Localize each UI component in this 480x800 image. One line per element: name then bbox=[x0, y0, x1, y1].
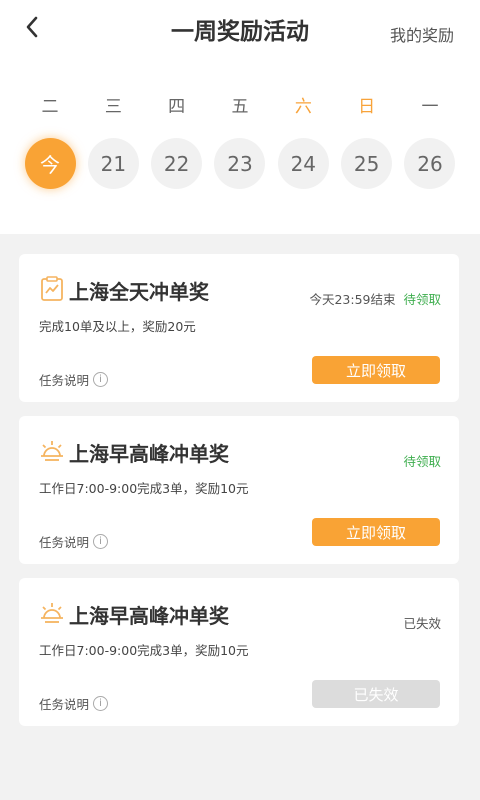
claim-button[interactable]: 立即领取 bbox=[312, 518, 440, 546]
day-item[interactable]: 三 21 bbox=[83, 96, 143, 189]
card-status: 待领取 bbox=[403, 451, 441, 470]
date-circle[interactable]: 25 bbox=[341, 138, 393, 189]
day-item[interactable]: 一 26 bbox=[400, 96, 460, 189]
expired-button: 已失效 bbox=[312, 680, 440, 708]
card-status: 已失效 bbox=[403, 613, 441, 632]
sunrise-icon bbox=[39, 438, 65, 464]
info-icon: i bbox=[93, 696, 109, 711]
weekday-label: 六 bbox=[294, 97, 312, 117]
status-badge: 已失效 bbox=[403, 616, 441, 631]
claim-button[interactable]: 立即领取 bbox=[312, 356, 440, 384]
reward-card: 上海全天冲单奖 今天23:59结束 待领取 完成10单及以上，奖励20元 任务说… bbox=[19, 254, 459, 402]
day-item[interactable]: 四 22 bbox=[147, 96, 207, 189]
date-circle[interactable]: 26 bbox=[404, 138, 456, 189]
task-info-link[interactable]: 任务说明 i bbox=[39, 370, 109, 389]
info-icon: i bbox=[93, 534, 109, 549]
info-icon: i bbox=[93, 372, 109, 387]
task-info-link[interactable]: 任务说明 i bbox=[39, 694, 109, 713]
card-title: 上海早高峰冲单奖 bbox=[69, 442, 229, 466]
card-title: 上海早高峰冲单奖 bbox=[69, 604, 229, 628]
day-item[interactable]: 二 今 bbox=[20, 96, 80, 189]
day-item[interactable]: 五 23 bbox=[210, 96, 270, 189]
task-info-link[interactable]: 任务说明 i bbox=[39, 532, 109, 551]
task-info-label: 任务说明 bbox=[39, 697, 90, 712]
date-circle[interactable]: 22 bbox=[151, 138, 203, 189]
sunrise-icon bbox=[39, 600, 65, 626]
day-item[interactable]: 六 24 bbox=[273, 96, 333, 189]
reward-card: 上海早高峰冲单奖 待领取 工作日7:00-9:00完成3单，奖励10元 任务说明… bbox=[19, 416, 459, 564]
date-today[interactable]: 今 bbox=[24, 138, 76, 189]
date-circle[interactable]: 23 bbox=[214, 138, 266, 189]
card-title: 上海全天冲单奖 bbox=[69, 280, 209, 304]
weekday-label: 三 bbox=[104, 97, 122, 117]
weekday-label: 二 bbox=[41, 97, 59, 117]
task-info-label: 任务说明 bbox=[39, 373, 90, 388]
chart-clipboard-icon bbox=[39, 276, 65, 302]
end-time: 今天23:59结束 bbox=[309, 292, 396, 307]
day-item[interactable]: 日 25 bbox=[337, 96, 397, 189]
status-badge: 待领取 bbox=[403, 454, 441, 469]
weekday-label: 日 bbox=[358, 97, 376, 117]
weekday-label: 一 bbox=[421, 97, 439, 117]
week-selector: 二 今 三 21 四 22 五 23 六 24 日 25 一 26 bbox=[20, 96, 460, 189]
my-rewards-link[interactable]: 我的奖励 bbox=[390, 22, 454, 46]
card-status: 今天23:59结束 待领取 bbox=[309, 289, 441, 308]
date-circle[interactable]: 24 bbox=[277, 138, 329, 189]
date-circle[interactable]: 21 bbox=[87, 138, 139, 189]
card-description: 工作日7:00-9:00完成3单，奖励10元 bbox=[39, 643, 249, 658]
status-badge: 待领取 bbox=[403, 292, 441, 307]
card-description: 完成10单及以上，奖励20元 bbox=[39, 319, 196, 334]
weekday-label: 五 bbox=[231, 97, 249, 117]
weekday-label: 四 bbox=[168, 97, 186, 117]
task-info-label: 任务说明 bbox=[39, 535, 90, 550]
header-section: 一周奖励活动 我的奖励 二 今 三 21 四 22 五 23 六 24 日 25… bbox=[0, 0, 480, 234]
reward-card: 上海早高峰冲单奖 已失效 工作日7:00-9:00完成3单，奖励10元 任务说明… bbox=[19, 578, 459, 726]
card-description: 工作日7:00-9:00完成3单，奖励10元 bbox=[39, 481, 249, 496]
